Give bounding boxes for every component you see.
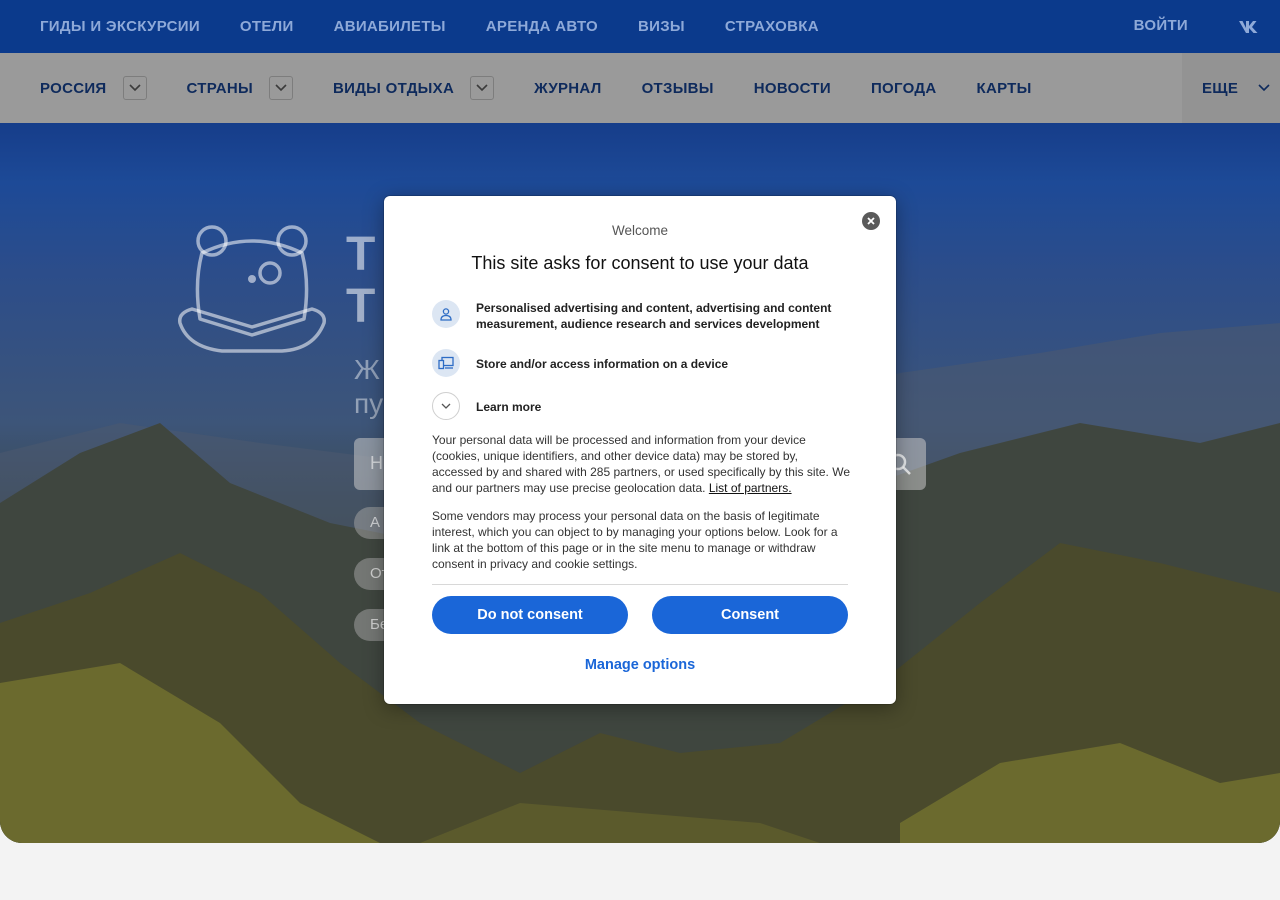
- purpose-text: Store and/or access information on a dev…: [476, 357, 729, 371]
- consent-dialog: Welcome This site asks for consent to us…: [384, 196, 896, 704]
- consent-paragraph-2: Some vendors may process your personal d…: [432, 509, 838, 571]
- do-not-consent-button[interactable]: Do not consent: [432, 596, 628, 634]
- dialog-welcome: Welcome: [611, 223, 669, 238]
- purpose-text: Personalised advertising and content, ad…: [476, 301, 832, 331]
- consent-button[interactable]: Consent: [652, 596, 848, 634]
- devices-icon: [432, 349, 460, 377]
- partners-link[interactable]: List of partners.: [709, 481, 792, 495]
- person-icon: [432, 300, 460, 328]
- divider: [432, 584, 848, 585]
- consent-paragraph-1: Your personal data will be processed and…: [432, 432, 850, 496]
- chevron-down-icon[interactable]: [432, 392, 460, 420]
- dialog-title: This site asks for consent to use your d…: [471, 253, 809, 273]
- learn-more-label[interactable]: Learn more: [476, 399, 846, 415]
- purpose-store-access: Store and/or access information on a dev…: [432, 349, 846, 377]
- learn-more-toggle[interactable]: Learn more: [432, 392, 846, 420]
- purpose-personalised-ads: Personalised advertising and content, ad…: [432, 300, 846, 332]
- manage-options-button[interactable]: Manage options: [384, 657, 896, 673]
